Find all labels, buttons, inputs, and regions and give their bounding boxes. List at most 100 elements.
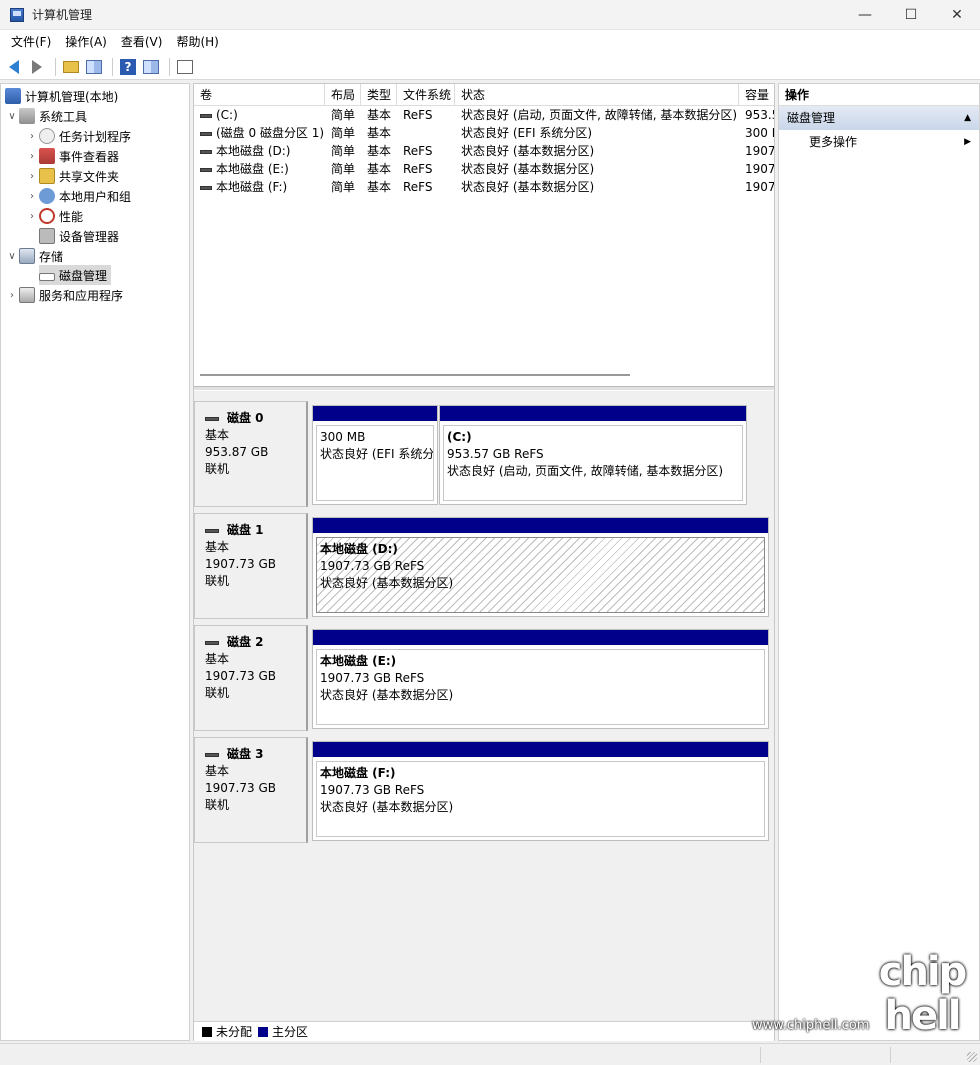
chevron-right-icon[interactable]: ›	[25, 171, 39, 182]
tree-item-system-tools[interactable]: ∨ 系统工具	[5, 106, 87, 126]
partition-d[interactable]: 本地磁盘 (D:) 1907.73 GB ReFS 状态良好 (基本数据分区)	[312, 517, 769, 617]
disk-name: 磁盘 0	[205, 410, 306, 427]
help-icon: ?	[120, 58, 136, 75]
volume-name: (磁盘 0 磁盘分区 1)	[216, 126, 325, 140]
column-header-filesystem[interactable]: 文件系统	[397, 84, 455, 106]
toolbar-separator	[169, 57, 170, 76]
tree-item-event-viewer[interactable]: › 事件查看器	[25, 146, 119, 166]
partition-f[interactable]: 本地磁盘 (F:) 1907.73 GB ReFS 状态良好 (基本数据分区)	[312, 741, 769, 841]
tree-item-disk-management[interactable]: 磁盘管理	[39, 265, 112, 285]
column-header-type[interactable]: 类型	[361, 84, 397, 106]
disk-info[interactable]: 磁盘 2 基本 1907.73 GB 联机	[194, 625, 308, 731]
tools-icon	[19, 108, 35, 124]
submenu-arrow-icon: ▶	[964, 137, 971, 147]
chevron-down-icon[interactable]: ∨	[5, 251, 19, 262]
disk-label: 磁盘 0	[227, 411, 264, 425]
layout-cell: 简单	[331, 180, 356, 194]
tree-item-performance[interactable]: › 性能	[25, 206, 83, 226]
tree-item-services[interactable]: › 服务和应用程序	[5, 285, 123, 305]
disk-type: 基本	[205, 652, 230, 666]
capacity-cell: 1907	[745, 162, 774, 176]
actions-section-disk-management[interactable]: 磁盘管理 ▲	[779, 106, 979, 130]
partition-efi[interactable]: 300 MB 状态良好 (EFI 系统分	[312, 405, 438, 505]
type-cell: 基本	[367, 162, 392, 176]
action-pane-icon	[143, 59, 159, 74]
volume-icon	[200, 167, 212, 172]
disk-management-pane: 卷 布局 类型 文件系统 状态 容量 (C:) 简单 基本 ReFS 状态良好 …	[193, 83, 775, 1041]
menu-help[interactable]: 帮助(H)	[169, 30, 225, 54]
capacity-cell: 1907	[745, 180, 774, 194]
partition-title: 本地磁盘 (E:)	[320, 654, 397, 668]
column-header-capacity[interactable]: 容量	[739, 84, 774, 106]
pane-splitter[interactable]	[194, 386, 774, 390]
close-button[interactable]: ✕	[934, 0, 980, 30]
table-row[interactable]: (磁盘 0 磁盘分区 1) 简单 基本 状态良好 (EFI 系统分区) 300 …	[194, 124, 774, 142]
column-header-layout[interactable]: 布局	[325, 84, 361, 106]
disk-row-3: 磁盘 3 基本 1907.73 GB 联机 本地磁盘 (F:) 1907.73 …	[194, 737, 774, 847]
column-header-volume[interactable]: 卷	[194, 84, 325, 106]
volume-cell: 本地磁盘 (F:)	[194, 178, 325, 196]
volume-name: 本地磁盘 (E:)	[216, 162, 289, 176]
more-actions-item[interactable]: 更多操作 ▶	[779, 130, 979, 154]
primary-partition-bar	[313, 742, 768, 757]
chevron-right-icon[interactable]: ›	[5, 290, 19, 301]
window-title: 计算机管理	[32, 8, 93, 22]
tree-item-shared-folders[interactable]: › 共享文件夹	[25, 166, 119, 186]
disk-info[interactable]: 磁盘 3 基本 1907.73 GB 联机	[194, 737, 308, 843]
disk-size: 1907.73 GB	[205, 669, 276, 683]
disk-info[interactable]: 磁盘 1 基本 1907.73 GB 联机	[194, 513, 308, 619]
table-row[interactable]: 本地磁盘 (F:) 简单 基本 ReFS 状态良好 (基本数据分区) 1907	[194, 178, 774, 196]
tree-item-storage[interactable]: ∨ 存储	[5, 246, 63, 266]
maximize-button[interactable]: ☐	[888, 0, 934, 30]
forward-button[interactable]	[27, 57, 47, 77]
watermark-logo: chip hell	[878, 949, 968, 1039]
partition-c[interactable]: (C:) 953.57 GB ReFS 状态良好 (启动, 页面文件, 故障转储…	[439, 405, 747, 505]
table-row[interactable]: 本地磁盘 (E:) 简单 基本 ReFS 状态良好 (基本数据分区) 1907	[194, 160, 774, 178]
disk-label: 磁盘 3	[227, 747, 264, 761]
menu-file[interactable]: 文件(F)	[4, 30, 58, 54]
window-controls: — ☐ ✕	[842, 0, 980, 30]
horizontal-scrollbar[interactable]	[194, 368, 774, 382]
partition-body-selected: 本地磁盘 (D:) 1907.73 GB ReFS 状态良好 (基本数据分区)	[316, 537, 765, 613]
disk-graphical-view: 磁盘 0 基本 953.87 GB 联机 300 MB 状态良好 (EFI 系统…	[194, 391, 774, 1021]
partition-title: 本地磁盘 (F:)	[320, 766, 396, 780]
back-button[interactable]	[4, 57, 24, 77]
tree-item-root[interactable]: 计算机管理(本地)	[5, 86, 118, 106]
chevron-right-icon[interactable]: ›	[25, 191, 39, 202]
help-button[interactable]: ?	[118, 57, 138, 77]
status-cell: 状态良好 (基本数据分区)	[461, 144, 595, 158]
chevron-right-icon[interactable]: ›	[25, 211, 39, 222]
filesystem-cell: ReFS	[403, 144, 433, 158]
more-actions-label: 更多操作	[809, 135, 858, 149]
chevron-right-icon[interactable]: ›	[25, 131, 39, 142]
tree-item-device-manager[interactable]: 设备管理器	[39, 226, 119, 246]
up-folder-button[interactable]	[61, 57, 81, 77]
disk-info[interactable]: 磁盘 0 基本 953.87 GB 联机	[194, 401, 308, 507]
volume-name: 本地磁盘 (F:)	[216, 180, 288, 194]
show-action-pane-button[interactable]	[141, 57, 161, 77]
chevron-down-icon[interactable]: ∨	[5, 111, 19, 122]
tree-item-task-scheduler[interactable]: › 任务计划程序	[25, 126, 131, 146]
show-hide-tree-button[interactable]	[84, 57, 104, 77]
resize-grip-icon[interactable]	[967, 1052, 977, 1062]
primary-partition-bar	[313, 518, 768, 533]
table-row[interactable]: 本地磁盘 (D:) 简单 基本 ReFS 状态良好 (基本数据分区) 1907	[194, 142, 774, 160]
menu-view[interactable]: 查看(V)	[114, 30, 170, 54]
chevron-right-icon[interactable]: ›	[25, 151, 39, 162]
clock-icon	[39, 128, 55, 144]
toolbar: ?	[0, 54, 980, 80]
properties-button[interactable]	[175, 57, 195, 77]
partition-legend: 未分配 主分区	[194, 1021, 774, 1041]
volume-icon	[200, 185, 212, 190]
partition-e[interactable]: 本地磁盘 (E:) 1907.73 GB ReFS 状态良好 (基本数据分区)	[312, 629, 769, 729]
minimize-button[interactable]: —	[842, 0, 888, 30]
column-header-status[interactable]: 状态	[455, 84, 739, 106]
tree-item-local-users[interactable]: › 本地用户和组	[25, 186, 131, 206]
table-row[interactable]: (C:) 简单 基本 ReFS 状态良好 (启动, 页面文件, 故障转储, 基本…	[194, 106, 774, 124]
menu-action[interactable]: 操作(A)	[58, 30, 114, 54]
scrollbar-thumb[interactable]	[200, 374, 630, 376]
partition-title: (C:)	[447, 430, 472, 444]
partition-status: 状态良好 (基本数据分区)	[320, 576, 454, 590]
caret-up-icon[interactable]: ▲	[964, 106, 971, 130]
legend-primary: 主分区	[272, 1025, 309, 1039]
